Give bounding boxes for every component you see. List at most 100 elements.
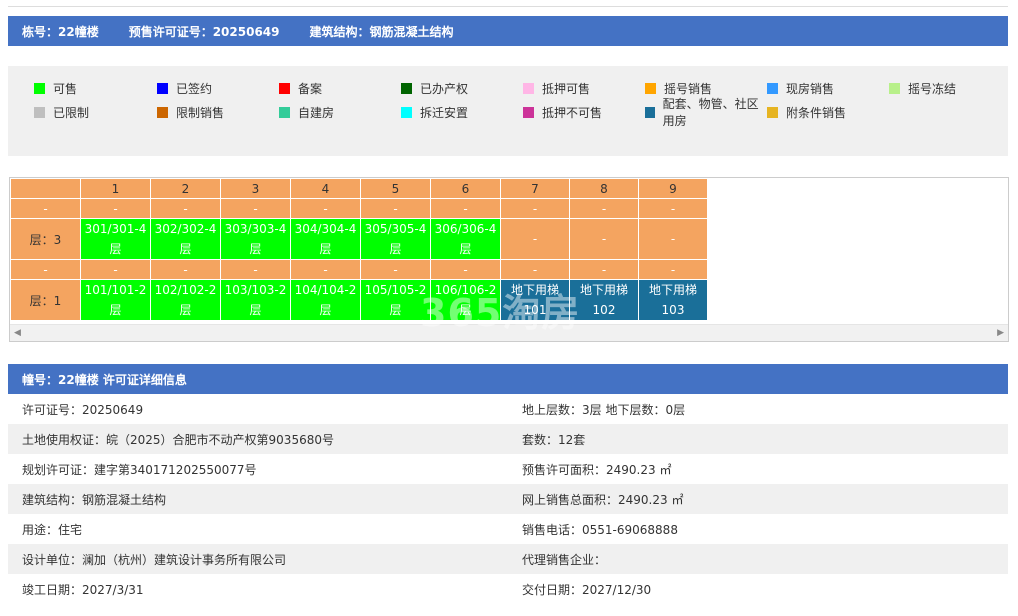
legend-swatch	[34, 106, 45, 118]
info-field: 地上层数：3层 地下层数：0层	[522, 402, 686, 417]
info-field: 预售许可面积：2490.23 ㎡	[522, 462, 672, 477]
empty-cell: -	[360, 259, 431, 280]
legend-row: 已限制 限制销售 自建房 拆迁安置 抵押不可售 配套、物管、社区用房 附条件销售	[8, 97, 1008, 128]
unit-cell[interactable]: 105/105-2层	[360, 279, 431, 321]
empty-cell: -	[290, 198, 361, 219]
unit-cell[interactable]: 地下用梯102	[569, 279, 639, 321]
legend-item: 已限制	[34, 104, 157, 121]
legend-item: 现房销售	[767, 80, 889, 97]
presale-permit-number: 预售许可证号：20250649	[128, 24, 280, 39]
unit-cell[interactable]: 104/104-2层	[290, 279, 361, 321]
column-header: 6	[430, 178, 501, 199]
empty-cell: -	[80, 259, 151, 280]
info-row: 竣工日期：2027/3/31 交付日期：2027/12/30	[8, 574, 1008, 604]
legend-item: 抵押不可售	[523, 104, 645, 121]
empty-cell: -	[150, 259, 221, 280]
building-number: 栋号：22幢楼	[22, 24, 99, 39]
unit-cell[interactable]: 301/301-4层	[80, 218, 151, 260]
unit-cell[interactable]: 303/303-4层	[220, 218, 291, 260]
empty-floor-label: -	[10, 198, 81, 219]
legend-item: 限制销售	[157, 104, 279, 121]
empty-cell: -	[430, 259, 501, 280]
info-field: 网上销售总面积：2490.23 ㎡	[522, 492, 684, 507]
info-row: 建筑结构：钢筋混凝土结构 网上销售总面积：2490.23 ㎡	[8, 484, 1008, 514]
unit-cell[interactable]: 302/302-4层	[150, 218, 221, 260]
empty-cell: -	[220, 198, 291, 219]
top-divider	[8, 6, 1008, 7]
info-field: 土地使用权证：皖（2025）合肥市不动产权第9035680号	[22, 432, 334, 447]
column-header: 3	[220, 178, 291, 199]
scroll-right-arrow-icon[interactable]: ▶	[997, 328, 1004, 338]
legend-label: 自建房	[298, 105, 335, 120]
unit-cell[interactable]: 102/102-2层	[150, 279, 221, 321]
legend-label: 附条件销售	[786, 105, 847, 120]
status-legend: 可售 已签约 备案 已办产权 抵押可售 摇号销售 现房销售 摇号冻结已限制 限制销售 自建房 拆迁安…	[8, 66, 1008, 156]
empty-cell: -	[500, 198, 570, 219]
legend-label: 已签约	[176, 81, 213, 96]
legend-label: 备案	[298, 81, 323, 96]
column-header: 5	[360, 178, 431, 199]
permit-detail-table: 许可证号：20250649 地上层数：3层 地下层数：0层土地使用权证：皖（202…	[8, 394, 1008, 604]
legend-item: 摇号销售	[645, 80, 767, 97]
legend-swatch	[34, 82, 45, 94]
legend-label: 抵押不可售	[542, 105, 603, 120]
empty-cell: -	[150, 198, 221, 219]
legend-item: 摇号冻结	[889, 80, 1007, 97]
legend-label: 抵押可售	[542, 81, 591, 96]
info-field: 许可证号：20250649	[22, 402, 144, 417]
legend-label: 限制销售	[176, 105, 225, 120]
info-field: 交付日期：2027/12/30	[522, 582, 652, 597]
legend-swatch	[401, 82, 412, 94]
info-field: 建筑结构：钢筋混凝土结构	[22, 492, 167, 507]
legend-item: 可售	[34, 80, 157, 97]
scroll-left-arrow-icon[interactable]: ◀	[14, 328, 21, 338]
info-row: 规划许可证：建字第340171202550077号 预售许可面积：2490.23 …	[8, 454, 1008, 484]
legend-swatch	[401, 106, 412, 118]
column-header: 1	[80, 178, 151, 199]
unit-cell[interactable]: 地下用梯101	[500, 279, 570, 321]
legend-swatch	[889, 82, 900, 94]
horizontal-scrollbar[interactable]: ◀ ▶	[10, 324, 1008, 341]
unit-grid: 1 2 3 4 5 6 7 8 9- - - - - - - - - - 层：3 301/301-4层 302/302-…	[10, 178, 708, 321]
legend-label: 已限制	[53, 105, 90, 120]
empty-cell: -	[500, 259, 570, 280]
floor-label: 层：1	[10, 279, 81, 321]
info-field: 代理销售企业：	[522, 552, 607, 567]
legend-swatch	[279, 82, 290, 94]
legend-item: 拆迁安置	[401, 104, 523, 121]
building-structure: 建筑结构：钢筋混凝土结构	[309, 24, 454, 39]
unit-cell[interactable]: 地下用梯103	[638, 279, 708, 321]
empty-cell: -	[290, 259, 361, 280]
info-field: 规划许可证：建字第340171202550077号	[22, 462, 257, 477]
legend-label: 摇号冻结	[908, 81, 957, 96]
unit-cell[interactable]: 305/305-4层	[360, 218, 431, 260]
info-field: 用途：住宅	[22, 522, 83, 537]
building-header: 栋号：22幢楼 预售许可证号：20250649 建筑结构：钢筋混凝土结构	[8, 16, 1008, 46]
unit-cell[interactable]: 106/106-2层	[430, 279, 501, 321]
legend-label: 已办产权	[420, 81, 469, 96]
legend-item: 附条件销售	[767, 104, 889, 121]
unit-cell[interactable]: 103/103-2层	[220, 279, 291, 321]
legend-swatch	[767, 106, 778, 118]
empty-cell: -	[638, 218, 708, 260]
info-field: 套数：12套	[522, 432, 586, 447]
empty-cell: -	[569, 218, 639, 260]
empty-cell: -	[638, 259, 708, 280]
empty-cell: -	[569, 259, 639, 280]
empty-cell: -	[360, 198, 431, 219]
unit-cell[interactable]: 304/304-4层	[290, 218, 361, 260]
column-header: 4	[290, 178, 361, 199]
legend-swatch	[767, 82, 778, 94]
unit-cell[interactable]: 306/306-4层	[430, 218, 501, 260]
legend-item: 抵押可售	[523, 80, 645, 97]
legend-item: 自建房	[279, 104, 401, 121]
unit-cell[interactable]: 101/101-2层	[80, 279, 151, 321]
column-header: 7	[500, 178, 570, 199]
legend-label: 现房销售	[786, 81, 835, 96]
info-row: 设计单位：澜加（杭州）建筑设计事务所有限公司 代理销售企业：	[8, 544, 1008, 574]
column-header: 9	[638, 178, 708, 199]
info-row: 用途：住宅 销售电话：0551-69068888	[8, 514, 1008, 544]
empty-cell: -	[500, 218, 570, 260]
legend-item: 配套、物管、社区用房	[645, 95, 767, 129]
empty-cell: -	[80, 198, 151, 219]
